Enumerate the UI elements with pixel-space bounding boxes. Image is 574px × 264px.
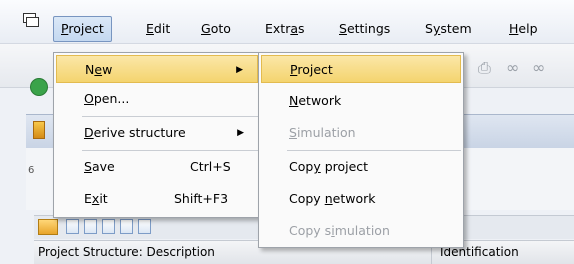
submenu-item-network[interactable]: Network: [261, 87, 461, 115]
menu-help[interactable]: Help: [509, 20, 538, 40]
copy-icon[interactable]: [84, 219, 97, 234]
menu-separator: [82, 150, 258, 151]
panel-icon: [33, 121, 45, 139]
menu-system[interactable]: System: [425, 20, 472, 40]
partial-label: 6: [28, 165, 35, 176]
window-menu-icon[interactable]: [23, 13, 39, 27]
project-dropdown: New ▶ Open... Derive structure ▶ Save Ct…: [53, 52, 261, 218]
menu-item-exit[interactable]: Exit Shift+F3: [56, 185, 258, 213]
menu-extras[interactable]: Extras: [265, 20, 305, 40]
menu-separator: [82, 116, 258, 117]
new-doc-icon[interactable]: [66, 219, 79, 234]
submenu-item-copy-simulation[interactable]: Copy simulation: [261, 217, 461, 245]
binoculars-next-icon[interactable]: ∞: [532, 58, 545, 77]
new-submenu: Project Network Simulation Copy project …: [258, 52, 464, 248]
paste-icon[interactable]: [102, 219, 115, 234]
print-icon[interactable]: ⎙: [478, 58, 491, 78]
shortcut-exit: Shift+F3: [174, 191, 229, 206]
submenu-item-project[interactable]: Project: [261, 55, 461, 83]
submenu-arrow-icon: ▶: [236, 65, 243, 75]
folder-icon[interactable]: [38, 219, 58, 235]
menu-edit[interactable]: Edit: [146, 20, 170, 40]
cut-icon[interactable]: [120, 219, 133, 234]
menu-separator: [287, 150, 461, 151]
submenu-arrow-icon: ▶: [237, 128, 244, 138]
column-header-description[interactable]: Project Structure: Description: [38, 245, 215, 259]
submenu-item-copy-network[interactable]: Copy network: [261, 185, 461, 213]
shortcut-save: Ctrl+S: [190, 159, 231, 174]
menu-item-open[interactable]: Open...: [56, 85, 258, 113]
submenu-item-simulation[interactable]: Simulation: [261, 119, 461, 147]
menu-settings[interactable]: Settings: [339, 20, 390, 40]
menu-goto[interactable]: Goto: [201, 20, 231, 40]
binoculars-icon[interactable]: ∞: [506, 58, 519, 77]
submenu-item-copy-project[interactable]: Copy project: [261, 153, 461, 181]
menu-project[interactable]: Project: [53, 16, 112, 42]
menu-item-save[interactable]: Save Ctrl+S: [56, 153, 258, 181]
check-icon[interactable]: [30, 78, 48, 96]
copy-node-icon[interactable]: [138, 219, 151, 234]
menu-item-derive-structure[interactable]: Derive structure ▶: [56, 119, 258, 147]
menu-item-new[interactable]: New ▶: [56, 55, 258, 83]
